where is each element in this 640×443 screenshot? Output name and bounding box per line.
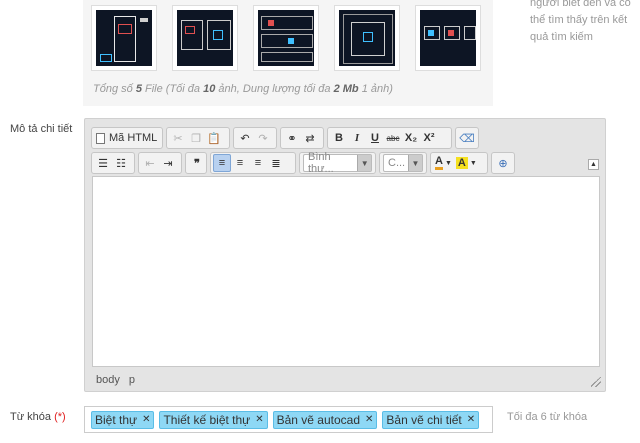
remove-tag-icon[interactable]: ✕ — [467, 414, 475, 425]
required-mark: (*) — [54, 411, 66, 423]
indent-icon[interactable]: ⇥ — [159, 154, 177, 172]
resize-handle-icon[interactable] — [591, 377, 601, 387]
paste-icon[interactable]: 📋 — [205, 129, 223, 147]
path-p[interactable]: p — [129, 374, 135, 386]
thumbnail-1[interactable] — [91, 5, 157, 71]
remove-tag-icon[interactable]: ✕ — [142, 414, 150, 425]
keyword-tag: Thiết kế biệt thự ✕ — [159, 410, 268, 429]
keyword-limit-text: Tối đa 6 từ khóa — [507, 411, 588, 423]
strikethrough-button[interactable]: abc — [384, 129, 402, 147]
description-label: Mô tả chi tiết — [10, 123, 73, 135]
numbered-list-icon[interactable]: ☰ — [94, 154, 112, 172]
underline-button[interactable]: U — [366, 129, 384, 147]
thumbnail-2[interactable] — [172, 5, 238, 71]
thumbnail-4[interactable] — [334, 5, 400, 71]
path-body[interactable]: body — [96, 374, 120, 386]
outdent-icon[interactable]: ⇤ — [141, 154, 159, 172]
uploaded-files-panel: Tổng số 5 File (Tối đa 10 ảnh, Dung lượn… — [83, 0, 493, 106]
keyword-tag: Biệt thự ✕ — [91, 410, 155, 429]
redo-icon[interactable]: ↷ — [254, 129, 272, 147]
format-select[interactable]: Bình thư... ▼ — [303, 151, 372, 175]
copy-icon[interactable]: ❐ — [187, 129, 205, 147]
find-icon[interactable]: ⚭ — [283, 129, 301, 147]
editor-content-area[interactable] — [92, 176, 600, 367]
cut-icon[interactable]: ✂ — [169, 129, 187, 147]
keywords-input[interactable]: Biệt thự ✕ Thiết kế biệt thự ✕ Bản vẽ auto… — [84, 406, 493, 433]
keywords-label: Từ khóa (*) — [10, 411, 66, 423]
font-size-select[interactable]: C... ▼ — [383, 154, 423, 172]
chevron-down-icon: ▼ — [357, 155, 371, 171]
text-color-button[interactable]: A ▼ — [433, 154, 454, 172]
rich-text-editor: Mã HTML ✂ ❐ 📋 ↶ ↷ ⚭ ⇄ B I U abc X₂ X² ⌫ — [84, 118, 606, 392]
undo-icon[interactable]: ↶ — [236, 129, 254, 147]
eraser-icon[interactable]: ⌫ — [458, 129, 476, 147]
subscript-button[interactable]: X₂ — [402, 129, 420, 147]
thumbnail-3[interactable] — [253, 5, 319, 71]
source-group: Mã HTML — [91, 127, 163, 149]
italic-button[interactable]: I — [348, 129, 366, 147]
keyword-tag: Bản vẽ autocad ✕ — [272, 410, 378, 429]
maximize-icon[interactable]: ⊕ — [494, 154, 512, 172]
text-color-icon: A — [435, 156, 443, 170]
remove-tag-icon[interactable]: ✕ — [365, 414, 373, 425]
collapse-toolbar-icon[interactable]: ▲ — [588, 159, 599, 170]
replace-icon[interactable]: ⇄ — [301, 129, 319, 147]
superscript-button[interactable]: X² — [420, 129, 438, 147]
highlight-icon: A — [455, 157, 468, 169]
justify-icon[interactable]: ≣ — [267, 154, 285, 172]
align-center-icon[interactable]: ≡ — [231, 154, 249, 172]
blockquote-icon[interactable]: ❞ — [188, 154, 206, 172]
remove-tag-icon[interactable]: ✕ — [255, 414, 263, 425]
align-right-icon[interactable]: ≡ — [249, 154, 267, 172]
chevron-down-icon: ▼ — [408, 155, 422, 171]
document-icon — [96, 132, 105, 144]
seo-hint-text: người biết đến và có thể tìm thấy trên k… — [530, 0, 631, 43]
thumbnail-5[interactable] — [415, 5, 481, 71]
background-color-button[interactable]: A ▼ — [454, 154, 479, 172]
file-count-text: Tổng số 5 File (Tối đa 10 ảnh, Dung lượn… — [93, 83, 393, 95]
html-source-button[interactable]: Mã HTML — [94, 129, 159, 147]
bold-button[interactable]: B — [330, 129, 348, 147]
bulleted-list-icon[interactable]: ☷ — [112, 154, 130, 172]
element-path: body p — [96, 374, 141, 386]
align-left-icon[interactable]: ≡ — [213, 154, 231, 172]
keyword-tag: Bản vẽ chi tiết ✕ — [382, 410, 480, 429]
